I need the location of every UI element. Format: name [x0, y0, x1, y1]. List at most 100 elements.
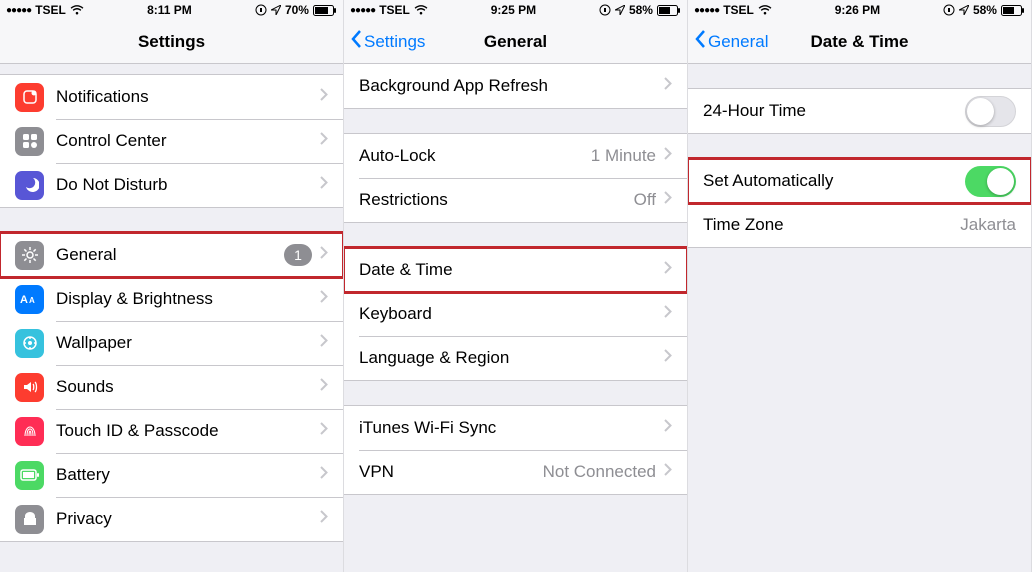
row-label: Restrictions — [359, 190, 626, 210]
row-label: Wallpaper — [56, 333, 312, 353]
display-icon: AA — [15, 285, 44, 314]
row-value: Off — [634, 190, 656, 210]
battery-row-icon — [15, 461, 44, 490]
row-time-zone[interactable]: Time Zone Jakarta — [688, 203, 1031, 247]
touchid-icon — [15, 417, 44, 446]
wifi-icon — [414, 5, 428, 15]
location-icon — [959, 5, 969, 15]
row-label: Language & Region — [359, 348, 656, 368]
row-label: Background App Refresh — [359, 76, 656, 96]
carrier-label: TSEL — [379, 3, 410, 17]
row-value: Jakarta — [960, 215, 1016, 235]
chevron-right-icon — [664, 147, 672, 165]
row-label: General — [56, 245, 284, 265]
row-label: Date & Time — [359, 260, 656, 280]
back-button[interactable]: Settings — [344, 29, 425, 54]
row-date-time[interactable]: Date & Time — [344, 248, 687, 292]
chevron-right-icon — [320, 246, 328, 264]
back-label: Settings — [364, 32, 425, 52]
row-dnd[interactable]: Do Not Disturb — [0, 163, 343, 207]
wallpaper-icon — [15, 329, 44, 358]
location-icon — [271, 5, 281, 15]
notifications-icon — [15, 83, 44, 112]
chevron-right-icon — [664, 191, 672, 209]
chevron-right-icon — [320, 334, 328, 352]
row-label: Battery — [56, 465, 312, 485]
chevron-right-icon — [664, 77, 672, 95]
row-itunes-wifi-sync[interactable]: iTunes Wi-Fi Sync — [344, 406, 687, 450]
row-wallpaper[interactable]: Wallpaper — [0, 321, 343, 365]
orientation-lock-icon — [599, 4, 611, 16]
chevron-right-icon — [664, 463, 672, 481]
battery-percent: 58% — [629, 3, 653, 17]
general-icon — [15, 241, 44, 270]
row-label: Touch ID & Passcode — [56, 421, 312, 441]
row-restrictions[interactable]: Restrictions Off — [344, 178, 687, 222]
row-touchid[interactable]: Touch ID & Passcode — [0, 409, 343, 453]
row-label: Keyboard — [359, 304, 656, 324]
clock: 9:25 PM — [491, 3, 536, 17]
orientation-lock-icon — [943, 4, 955, 16]
row-sounds[interactable]: Sounds — [0, 365, 343, 409]
battery-percent: 58% — [973, 3, 997, 17]
row-value: 1 Minute — [591, 146, 656, 166]
row-label: Sounds — [56, 377, 312, 397]
svg-text:A: A — [29, 296, 35, 305]
back-label: General — [708, 32, 768, 52]
battery-status-icon — [1001, 5, 1025, 16]
row-control-center[interactable]: Control Center — [0, 119, 343, 163]
chevron-left-icon — [694, 29, 706, 54]
nav-bar: Settings General — [344, 20, 687, 64]
row-label: Privacy — [56, 509, 312, 529]
orientation-lock-icon — [255, 4, 267, 16]
row-label: VPN — [359, 462, 535, 482]
chevron-right-icon — [320, 510, 328, 528]
row-label: Set Automatically — [703, 171, 965, 191]
nav-bar: Settings — [0, 20, 343, 64]
screen-date-time: ●●●●● TSEL 9:26 PM 58% General Date & Ti… — [688, 0, 1032, 572]
carrier-label: TSEL — [35, 3, 66, 17]
toggle-set-automatically[interactable] — [965, 166, 1016, 197]
row-label: Auto-Lock — [359, 146, 583, 166]
chevron-right-icon — [664, 419, 672, 437]
status-bar: ●●●●● TSEL 9:25 PM 58% — [344, 0, 687, 20]
clock: 8:11 PM — [147, 3, 192, 17]
row-display[interactable]: AA Display & Brightness — [0, 277, 343, 321]
chevron-right-icon — [320, 132, 328, 150]
control-center-icon — [15, 127, 44, 156]
row-auto-lock[interactable]: Auto-Lock 1 Minute — [344, 134, 687, 178]
screen-general: ●●●●● TSEL 9:25 PM 58% Settings General … — [344, 0, 688, 572]
signal-icon: ●●●●● — [694, 5, 719, 16]
row-background-refresh[interactable]: Background App Refresh — [344, 64, 687, 108]
battery-status-icon — [313, 5, 337, 16]
row-notifications[interactable]: Notifications — [0, 75, 343, 119]
row-keyboard[interactable]: Keyboard — [344, 292, 687, 336]
chevron-right-icon — [320, 176, 328, 194]
row-label: Display & Brightness — [56, 289, 312, 309]
screen-settings: ●●●●● TSEL 8:11 PM 70% Settings Notifica… — [0, 0, 344, 572]
chevron-right-icon — [664, 305, 672, 323]
privacy-icon — [15, 505, 44, 534]
row-battery[interactable]: Battery — [0, 453, 343, 497]
wifi-icon — [758, 5, 772, 15]
row-general[interactable]: General 1 — [0, 233, 343, 277]
row-vpn[interactable]: VPN Not Connected — [344, 450, 687, 494]
row-privacy[interactable]: Privacy — [0, 497, 343, 541]
back-button[interactable]: General — [688, 29, 768, 54]
page-title: Settings — [0, 32, 343, 52]
chevron-left-icon — [350, 29, 362, 54]
dnd-icon — [15, 171, 44, 200]
clock: 9:26 PM — [835, 3, 880, 17]
row-label: Control Center — [56, 131, 312, 151]
badge: 1 — [284, 244, 312, 266]
chevron-right-icon — [320, 290, 328, 308]
status-bar: ●●●●● TSEL 9:26 PM 58% — [688, 0, 1031, 20]
row-24-hour-time[interactable]: 24-Hour Time — [688, 89, 1031, 133]
row-language-region[interactable]: Language & Region — [344, 336, 687, 380]
toggle-24-hour[interactable] — [965, 96, 1016, 127]
chevron-right-icon — [320, 422, 328, 440]
row-set-automatically[interactable]: Set Automatically — [688, 159, 1031, 203]
svg-text:A: A — [20, 294, 28, 306]
battery-status-icon — [657, 5, 681, 16]
chevron-right-icon — [320, 378, 328, 396]
